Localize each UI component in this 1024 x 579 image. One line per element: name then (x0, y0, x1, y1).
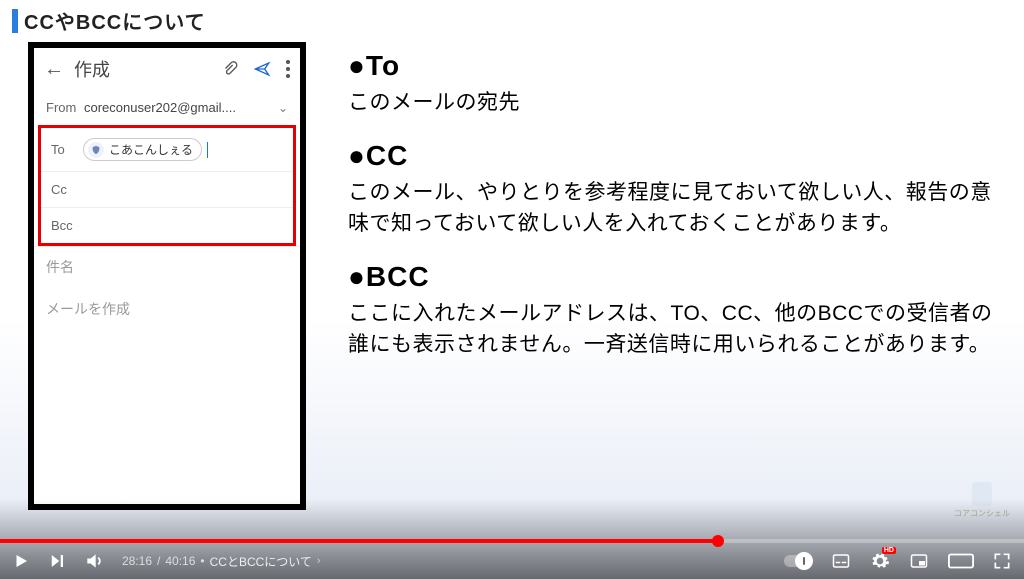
settings-button[interactable]: HD (870, 551, 890, 571)
brand-logo-mark (972, 482, 992, 506)
contact-shield-icon (88, 142, 104, 158)
next-button[interactable] (48, 552, 66, 570)
compose-body-field[interactable]: メールを作成 (34, 287, 300, 331)
hd-badge: HD (882, 547, 896, 554)
slide-title: CCやBCCについて (24, 6, 206, 35)
phone-mock: ← 作成 From coreconuser202@gmail.... ⌄ To (28, 42, 306, 510)
more-vert-icon[interactable] (286, 60, 290, 78)
subtitles-button[interactable] (830, 552, 852, 570)
from-row[interactable]: From coreconuser202@gmail.... ⌄ (34, 90, 300, 125)
recipient-chip[interactable]: こあこんしぇる (83, 138, 202, 161)
player-controls: 28:16 / 40:16 • CCとBCCについて › HD (0, 543, 1024, 579)
section-to-heading: ●To (348, 50, 1006, 82)
slide-title-wrap: CCやBCCについて (12, 6, 206, 35)
miniplayer-button[interactable] (908, 552, 930, 570)
section-cc-heading: ●CC (348, 140, 1006, 172)
volume-button[interactable] (84, 551, 104, 571)
current-time: 28:16 (122, 554, 152, 568)
attach-icon[interactable] (222, 60, 238, 78)
recipient-chip-label: こあこんしぇる (109, 141, 193, 158)
time-display: 28:16 / 40:16 • CCとBCCについて › (122, 553, 321, 570)
send-icon[interactable] (252, 61, 272, 77)
chapter-title[interactable]: CCとBCCについて (210, 553, 312, 570)
to-label: To (51, 142, 83, 157)
play-button[interactable] (12, 551, 30, 571)
bcc-row[interactable]: Bcc (41, 207, 293, 243)
to-row[interactable]: To こあこんしぇる (41, 128, 293, 171)
bcc-label: Bcc (51, 218, 83, 233)
section-cc: ●CC このメール、やりとりを参考程度に見ておいて欲しい人、報告の意味で知ってお… (348, 140, 1006, 239)
compose-header-title: 作成 (74, 56, 222, 82)
chapter-dot: • (200, 554, 204, 568)
section-to: ●To このメールの宛先 (348, 50, 1006, 118)
cc-label: Cc (51, 182, 83, 197)
theater-button[interactable] (948, 552, 974, 570)
compose-header: ← 作成 (34, 48, 300, 90)
text-cursor (207, 142, 208, 158)
section-cc-body: このメール、やりとりを参考程度に見ておいて欲しい人、報告の意味で知っておいて欲し… (348, 178, 1006, 239)
section-bcc-heading: ●BCC (348, 261, 1006, 293)
section-bcc-body: ここに入れたメールアドレスは、TO、CC、他のBCCでの受信者の誰にも表示されま… (348, 299, 1006, 360)
from-label: From (46, 100, 84, 115)
back-arrow-icon[interactable]: ← (44, 58, 64, 81)
cc-row[interactable]: Cc (41, 171, 293, 207)
highlight-box: To こあこんしぇる Cc Bcc (38, 125, 296, 246)
autoplay-toggle[interactable] (784, 555, 812, 567)
brand-logo-text: コアコンシェル (954, 509, 1010, 518)
duration: 40:16 (165, 554, 195, 568)
section-bcc: ●BCC ここに入れたメールアドレスは、TO、CC、他のBCCでの受信者の誰にも… (348, 261, 1006, 360)
section-to-body: このメールの宛先 (348, 88, 1006, 118)
explanation-column: ●To このメールの宛先 ●CC このメール、やりとりを参考程度に見ておいて欲し… (348, 50, 1006, 382)
chapter-caret-icon[interactable]: › (317, 555, 321, 567)
time-separator: / (157, 554, 160, 568)
subject-field[interactable]: 件名 (34, 246, 300, 287)
brand-logo: コアコンシェル (954, 482, 1010, 519)
from-value: coreconuser202@gmail.... (84, 100, 278, 115)
fullscreen-button[interactable] (992, 551, 1012, 571)
chevron-down-icon[interactable]: ⌄ (278, 101, 288, 115)
slide-title-accent (12, 9, 18, 33)
